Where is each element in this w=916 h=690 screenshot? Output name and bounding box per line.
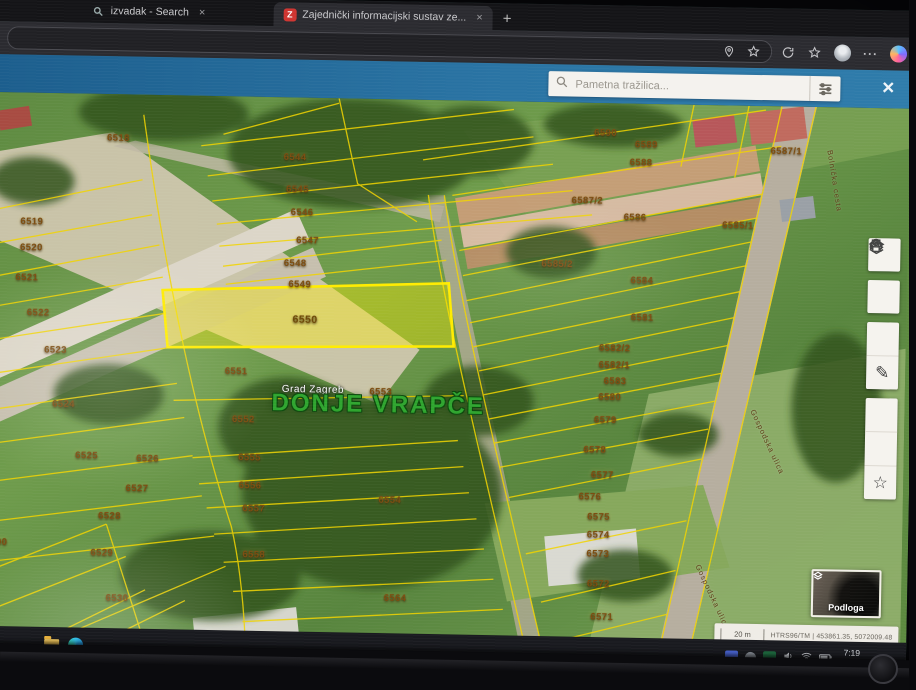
layers-button[interactable]	[867, 239, 900, 314]
search-favicon-icon	[92, 4, 105, 17]
tab-close-icon[interactable]: ×	[476, 12, 483, 24]
map-canvas[interactable]: 6518 6519 6520 6521 6522 6523 6524 6525 6526 6527…	[0, 91, 916, 671]
copilot-icon[interactable]	[889, 45, 908, 63]
map-tools: ✎ ☆	[863, 238, 901, 500]
tab-close-icon[interactable]: ×	[199, 7, 206, 19]
bookmark-star-icon[interactable]	[746, 44, 761, 59]
search-placeholder: Pametna tražilica...	[575, 78, 670, 92]
monitor-power-button	[868, 654, 898, 684]
basemap-switcher[interactable]: Podloga	[810, 569, 882, 619]
toolbar-right: ···	[780, 43, 908, 63]
region-label: DONJE VRAPČE	[271, 389, 486, 421]
search-filter-button[interactable]	[809, 75, 841, 102]
tab-title: Zajednički informacijski sustav ze...	[302, 8, 467, 24]
favorite-star-button[interactable]: ☆	[863, 464, 897, 500]
smart-search-box[interactable]: Pametna tražilica...	[548, 71, 841, 102]
favorites-icon[interactable]	[807, 45, 822, 60]
zis-favicon-icon: Z	[283, 7, 297, 22]
basemap-label: Podloga	[813, 571, 864, 613]
monitor-photo: izvadak - Search × Z Zajednički informac…	[0, 0, 916, 690]
new-tab-button[interactable]: +	[502, 10, 512, 30]
print-button[interactable]	[864, 239, 898, 466]
screen: izvadak - Search × Z Zajednički informac…	[0, 0, 916, 681]
monitor-bezel-right	[909, 0, 916, 690]
draw-pencil-button[interactable]: ✎	[865, 355, 899, 390]
zoom-search-button[interactable]	[867, 240, 900, 356]
tab-title: izvadak - Search	[110, 5, 190, 19]
profile-avatar[interactable]	[833, 44, 852, 62]
highlighted-parcel-6550	[161, 282, 456, 349]
collections-icon[interactable]	[780, 44, 795, 59]
search-icon	[555, 75, 568, 93]
menu-dots-icon[interactable]: ···	[863, 46, 878, 61]
aerial-imagery	[0, 91, 911, 671]
location-pin-icon[interactable]	[721, 43, 736, 58]
3d-view-button[interactable]	[865, 239, 898, 432]
search-close-button[interactable]: ×	[882, 76, 895, 100]
tab-search[interactable]: izvadak - Search ×	[81, 0, 215, 25]
